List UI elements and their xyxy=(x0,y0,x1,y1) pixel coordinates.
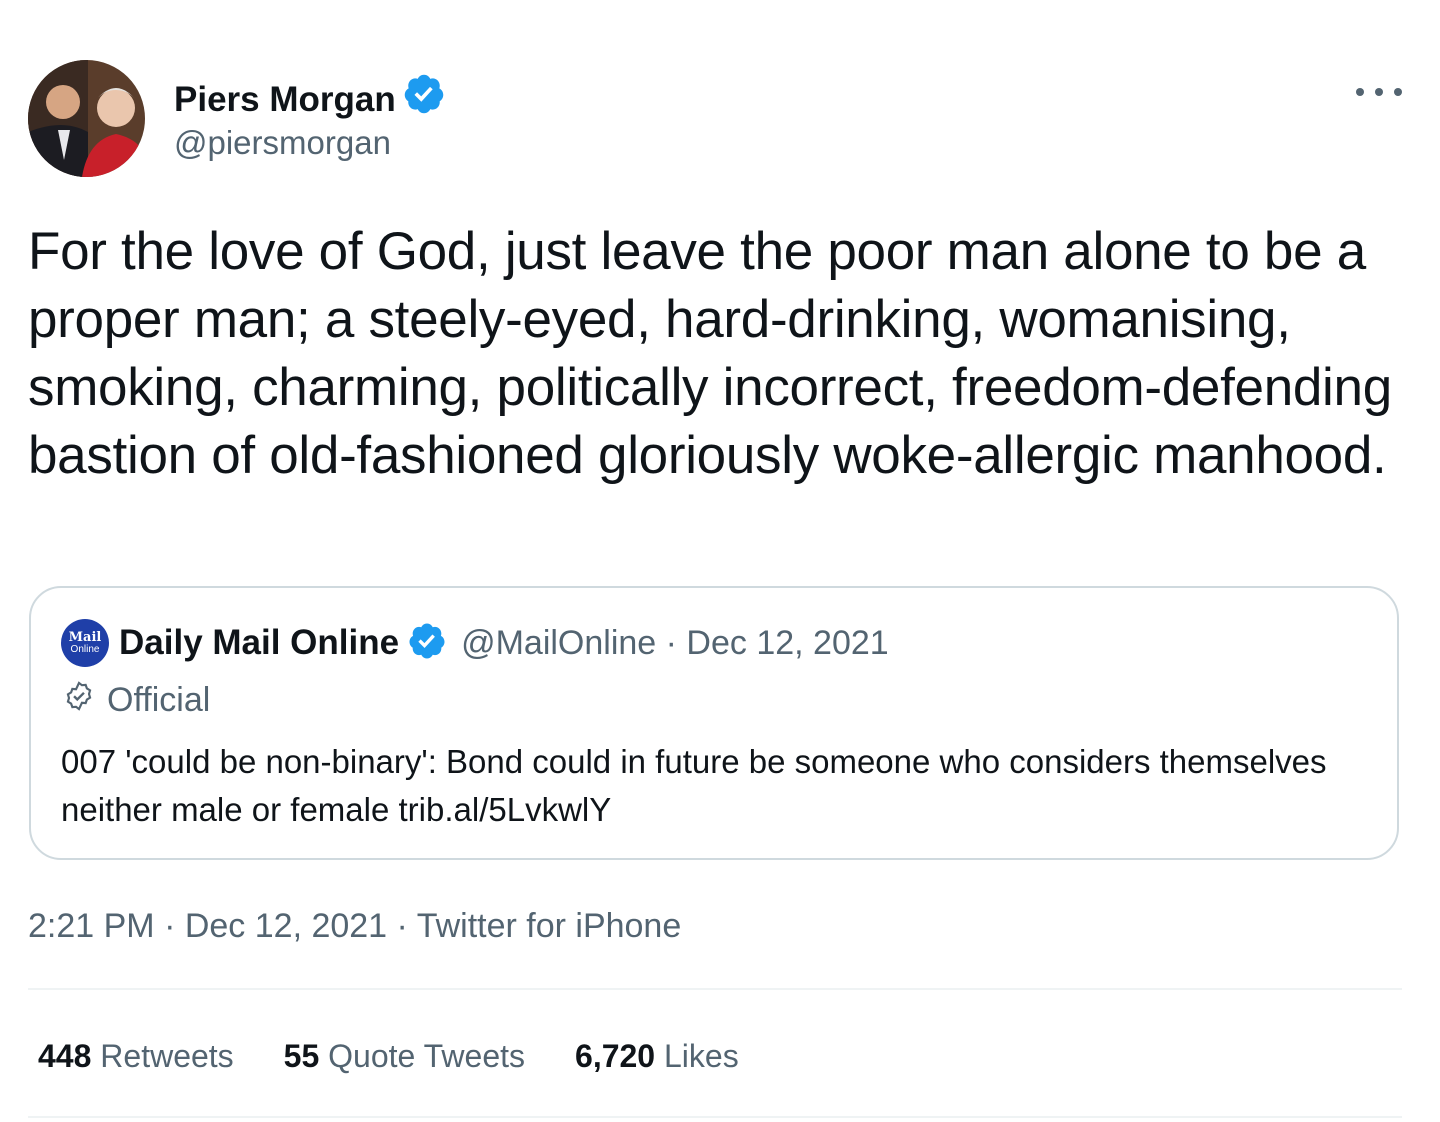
tweet-timestamp[interactable]: 2:21 PM · Dec 12, 2021 · Twitter for iPh… xyxy=(28,906,681,946)
logo-line-1: Mail xyxy=(68,630,102,645)
author-handle[interactable]: @piersmorgan xyxy=(174,122,391,164)
likes-label: Likes xyxy=(663,1038,739,1074)
divider xyxy=(28,988,1402,990)
quoted-author-avatar[interactable]: Mail Online xyxy=(61,619,109,667)
likes-stat[interactable]: 6,720 Likes xyxy=(575,1036,739,1076)
quote-tweets-count: 55 xyxy=(283,1038,320,1074)
official-label: Official xyxy=(63,680,210,721)
tweet-stats: 448 Retweets 55 Quote Tweets 6,720 Likes xyxy=(38,1036,789,1076)
verified-badge-icon xyxy=(407,621,447,666)
author-name[interactable]: Piers Morgan xyxy=(174,78,396,122)
logo-line-2: Online xyxy=(70,644,100,655)
quote-tweets-stat[interactable]: 55 Quote Tweets xyxy=(284,1036,525,1076)
author-avatar[interactable] xyxy=(28,60,145,177)
divider xyxy=(28,1116,1402,1118)
tweet-text: For the love of God, just leave the poor… xyxy=(28,222,1392,485)
likes-count: 6,720 xyxy=(575,1038,656,1074)
quote-tweets-label: Quote Tweets xyxy=(328,1038,526,1074)
retweets-label: Retweets xyxy=(100,1038,234,1074)
more-options-icon[interactable] xyxy=(1356,78,1402,106)
official-label-text: Official xyxy=(107,681,211,719)
verified-badge-icon xyxy=(402,72,446,127)
author-name-row[interactable]: Piers Morgan xyxy=(174,72,446,127)
quoted-tweet-header: Mail Online Daily Mail Online @MailOnlin… xyxy=(61,618,889,668)
retweets-count: 448 xyxy=(38,1038,92,1074)
retweets-stat[interactable]: 448 Retweets xyxy=(38,1036,234,1076)
quoted-tweet-text: 007 'could be non-binary': Bond could in… xyxy=(61,743,1327,828)
quoted-author-name[interactable]: Daily Mail Online xyxy=(119,623,399,663)
official-badge-icon xyxy=(63,680,95,721)
quoted-tweet-meta[interactable]: @MailOnline · Dec 12, 2021 xyxy=(461,624,889,663)
quoted-tweet[interactable]: Mail Online Daily Mail Online @MailOnlin… xyxy=(29,586,1399,860)
